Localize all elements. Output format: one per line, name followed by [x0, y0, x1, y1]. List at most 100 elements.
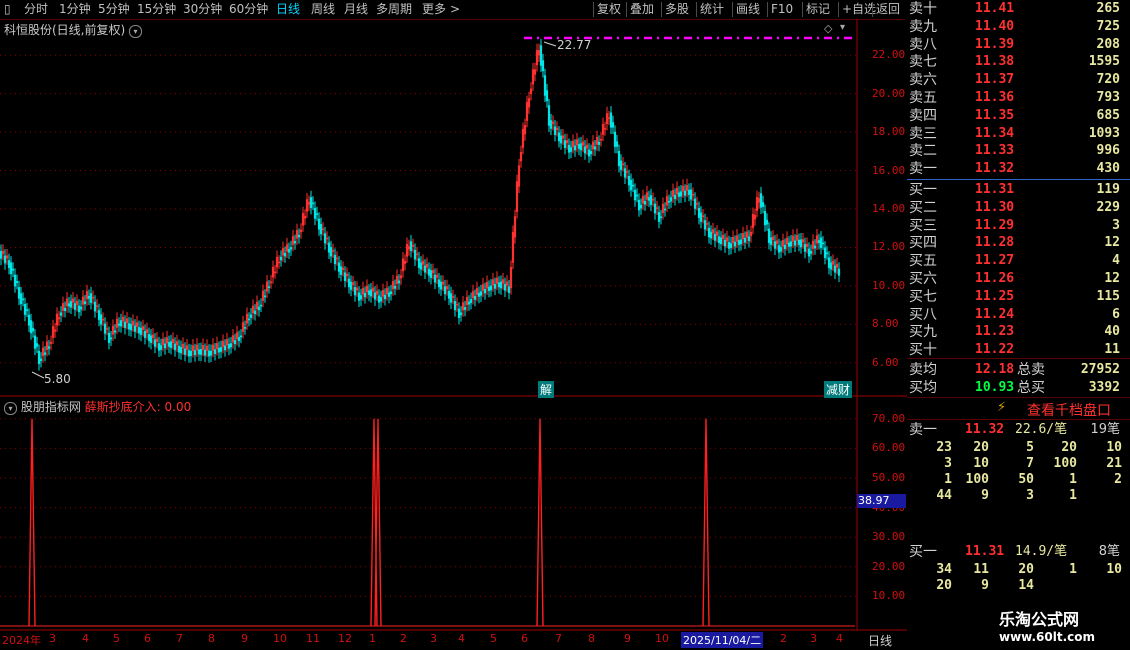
thousand-depth-button[interactable]: ⚡ 查看千档盘口 [907, 399, 1130, 419]
candle-body [487, 286, 491, 291]
x-tick-label: 11 [306, 632, 320, 645]
candle-body [187, 350, 191, 357]
chevron-down-icon[interactable]: ▾ [129, 25, 143, 38]
event-badge-reduce[interactable]: 减财 [824, 381, 853, 398]
x-tick-label: 5 [490, 632, 497, 645]
candle-body [653, 203, 657, 214]
queue-order-size: 23 [936, 440, 952, 455]
candle-body [99, 314, 103, 325]
indicator-y-tick: 30.00 [872, 530, 906, 544]
bid-level-row[interactable]: 买十 11.22 11 [907, 341, 1130, 359]
candle-body [15, 280, 19, 283]
y-tick-label: 14.00 [872, 202, 906, 215]
candle-body [669, 197, 673, 202]
queue-order-size: 1 [944, 472, 952, 487]
bid-volume: 229 [1096, 199, 1120, 215]
candle-body [703, 220, 707, 230]
candle-body [809, 250, 813, 254]
candle-body [593, 146, 597, 150]
ask-level-row[interactable]: 卖六 11.37 720 [907, 71, 1130, 89]
candle-body [287, 249, 291, 253]
ask-price: 11.34 [975, 125, 1015, 141]
candle-body [479, 291, 483, 296]
candle-body [713, 234, 717, 241]
candle-body [13, 274, 17, 287]
ask-level-row[interactable]: 卖二 11.33 996 [907, 142, 1130, 160]
bid-level-row[interactable]: 买九 11.23 40 [907, 323, 1130, 341]
candle-body [0, 250, 3, 259]
ask-level-row[interactable]: 卖五 11.36 793 [907, 89, 1130, 107]
candle-body [247, 318, 251, 321]
candle-body [447, 290, 451, 299]
x-tick-label: 2 [780, 632, 787, 645]
sell1-summary: 卖一 11.32 22.6/笔 19笔 [907, 421, 1130, 439]
x-tick-label: 4 [82, 632, 89, 645]
bid-level-row[interactable]: 买六 11.26 12 [907, 270, 1130, 288]
candle-body [319, 224, 323, 235]
sell-avg-label: 卖均 [909, 362, 937, 378]
settings-icon[interactable]: ▾ [4, 402, 17, 415]
y-tick-label: 22.00 [872, 48, 906, 62]
ask-level-row[interactable]: 卖十 11.41 265 [907, 0, 1130, 18]
candle-body [619, 160, 623, 170]
queue-order-size: 100 [1053, 456, 1077, 471]
candle-body [373, 292, 377, 300]
ask-level-row[interactable]: 卖九 11.40 725 [907, 18, 1130, 36]
ask-level-label: 卖二 [909, 143, 937, 160]
ask-level-label: 卖八 [909, 36, 937, 53]
bid-volume: 40 [1104, 324, 1120, 340]
candle-body [613, 131, 617, 147]
queue-order-size: 20 [973, 440, 989, 455]
candle-body [687, 189, 691, 195]
candle-body [123, 321, 127, 328]
candle-body [77, 305, 81, 313]
bid-level-row[interactable]: 买一 11.31 119 [907, 181, 1130, 199]
ask-level-row[interactable]: 卖八 11.39 208 [907, 36, 1130, 54]
candle-body [709, 231, 713, 239]
candle-body [413, 249, 417, 260]
stock-title: 科恒股份(日线,前复权) ▾ [4, 21, 143, 38]
candle-body [203, 349, 207, 356]
candle-body [567, 144, 571, 153]
bid-level-row[interactable]: 买四 11.28 12 [907, 234, 1130, 252]
candle-body [73, 303, 77, 310]
ask-level-row[interactable]: 卖一 11.32 430 [907, 160, 1130, 178]
candle-body [623, 168, 627, 178]
candle-body [717, 236, 721, 243]
queue-order-size: 1 [1069, 472, 1077, 487]
bid-level-row[interactable]: 买七 11.25 115 [907, 288, 1130, 306]
ask-level-row[interactable]: 卖三 11.34 1093 [907, 125, 1130, 143]
buy1-summary: 买一 11.31 14.9/笔 8笔 [907, 543, 1130, 561]
sell1-count: 19笔 [1090, 422, 1120, 437]
event-badge-unlock[interactable]: 解 [538, 381, 555, 398]
bid-level-label: 买六 [909, 271, 937, 287]
ask-level-row[interactable]: 卖七 11.38 1595 [907, 53, 1130, 71]
bid-level-row[interactable]: 买五 11.27 4 [907, 252, 1130, 270]
bid-price: 11.26 [975, 271, 1015, 286]
candle-body [583, 146, 587, 154]
watermark-cn: 乐淘公式网 [999, 610, 1080, 629]
candle-body [723, 239, 727, 247]
diamond-icon[interactable]: ◇ [824, 22, 832, 35]
ask-price: 11.40 [975, 18, 1015, 34]
y-tick-label: 18.00 [872, 125, 906, 139]
candle-body [237, 337, 241, 341]
ask-level-row[interactable]: 卖四 11.35 685 [907, 107, 1130, 125]
candle-body [223, 345, 227, 351]
bid-volume: 119 [1096, 182, 1120, 197]
total-buy-label: 总买 [1017, 380, 1045, 396]
indicator-title: ▾ 股朋指标网 薛斯抄底介入: 0.00 [4, 398, 191, 415]
candle-body [631, 184, 635, 187]
candle-body [769, 237, 773, 245]
x-tick-label: 8 [588, 632, 595, 645]
x-tick-label: 12 [338, 632, 352, 645]
candle-body [633, 189, 637, 201]
candle-body [557, 132, 561, 142]
chevron-down-icon[interactable]: ▾ [840, 22, 845, 33]
candle-body [539, 45, 543, 66]
bid-level-row[interactable]: 买八 11.24 6 [907, 306, 1130, 324]
bid-level-row[interactable]: 买三 11.29 3 [907, 217, 1130, 235]
bid-level-row[interactable]: 买二 11.30 229 [907, 199, 1130, 217]
candle-body [289, 247, 293, 250]
candle-body [217, 347, 221, 353]
